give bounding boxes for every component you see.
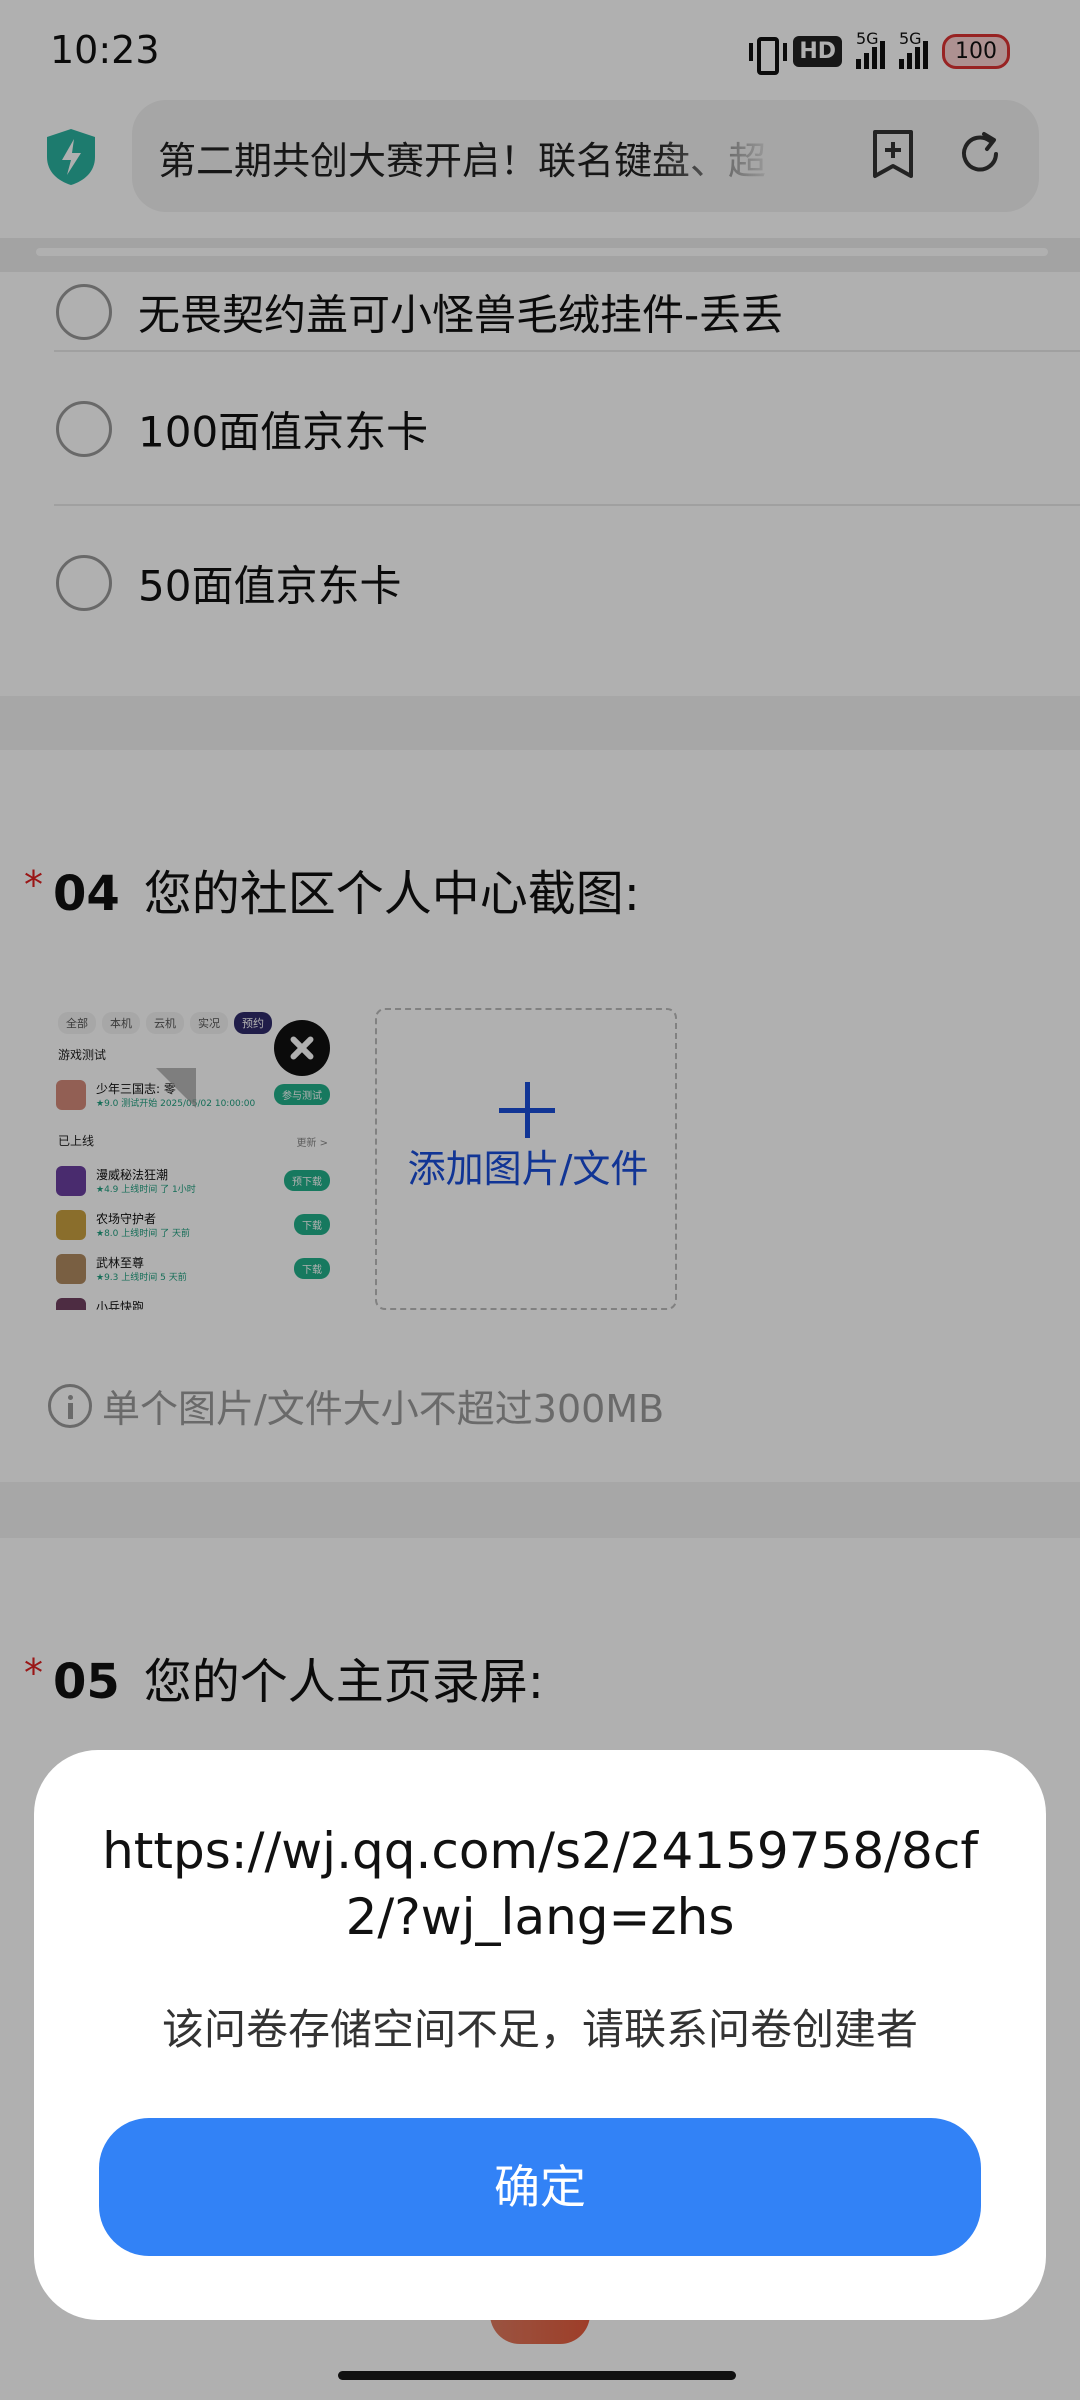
- alert-dialog: https://wj.qq.com/s2/24159758/8cf2/?wj_l…: [34, 1750, 1046, 2320]
- confirm-button[interactable]: 确定: [99, 2118, 981, 2256]
- home-indicator[interactable]: [338, 2371, 736, 2380]
- dialog-message: 该问卷存储空间不足，请联系问卷创建者: [161, 2005, 918, 2054]
- dialog-title: https://wj.qq.com/s2/24159758/8cf2/?wj_l…: [102, 1822, 978, 1946]
